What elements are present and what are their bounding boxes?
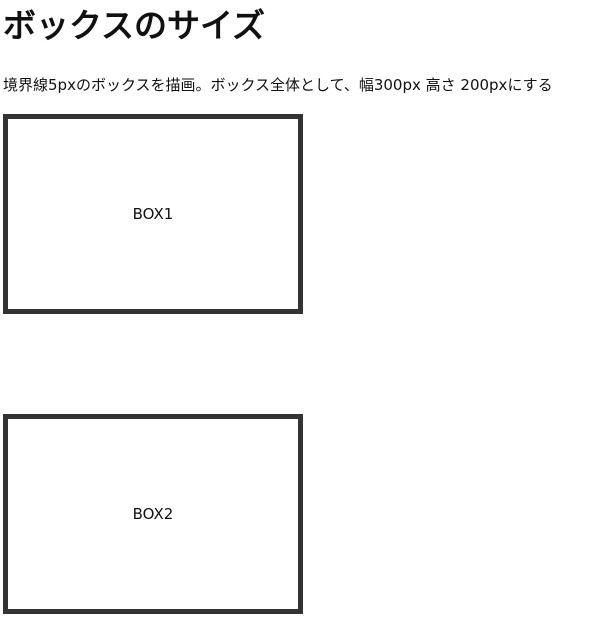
page-title: ボックスのサイズ: [3, 6, 266, 45]
page-description: 境界線5pxのボックスを描画。ボックス全体として、幅300px 高さ 200px…: [3, 76, 553, 94]
box-1-label: BOX1: [132, 205, 174, 223]
box-1: BOX1: [3, 114, 303, 314]
box-2: BOX2: [3, 414, 303, 614]
box-2-label: BOX2: [132, 505, 174, 523]
